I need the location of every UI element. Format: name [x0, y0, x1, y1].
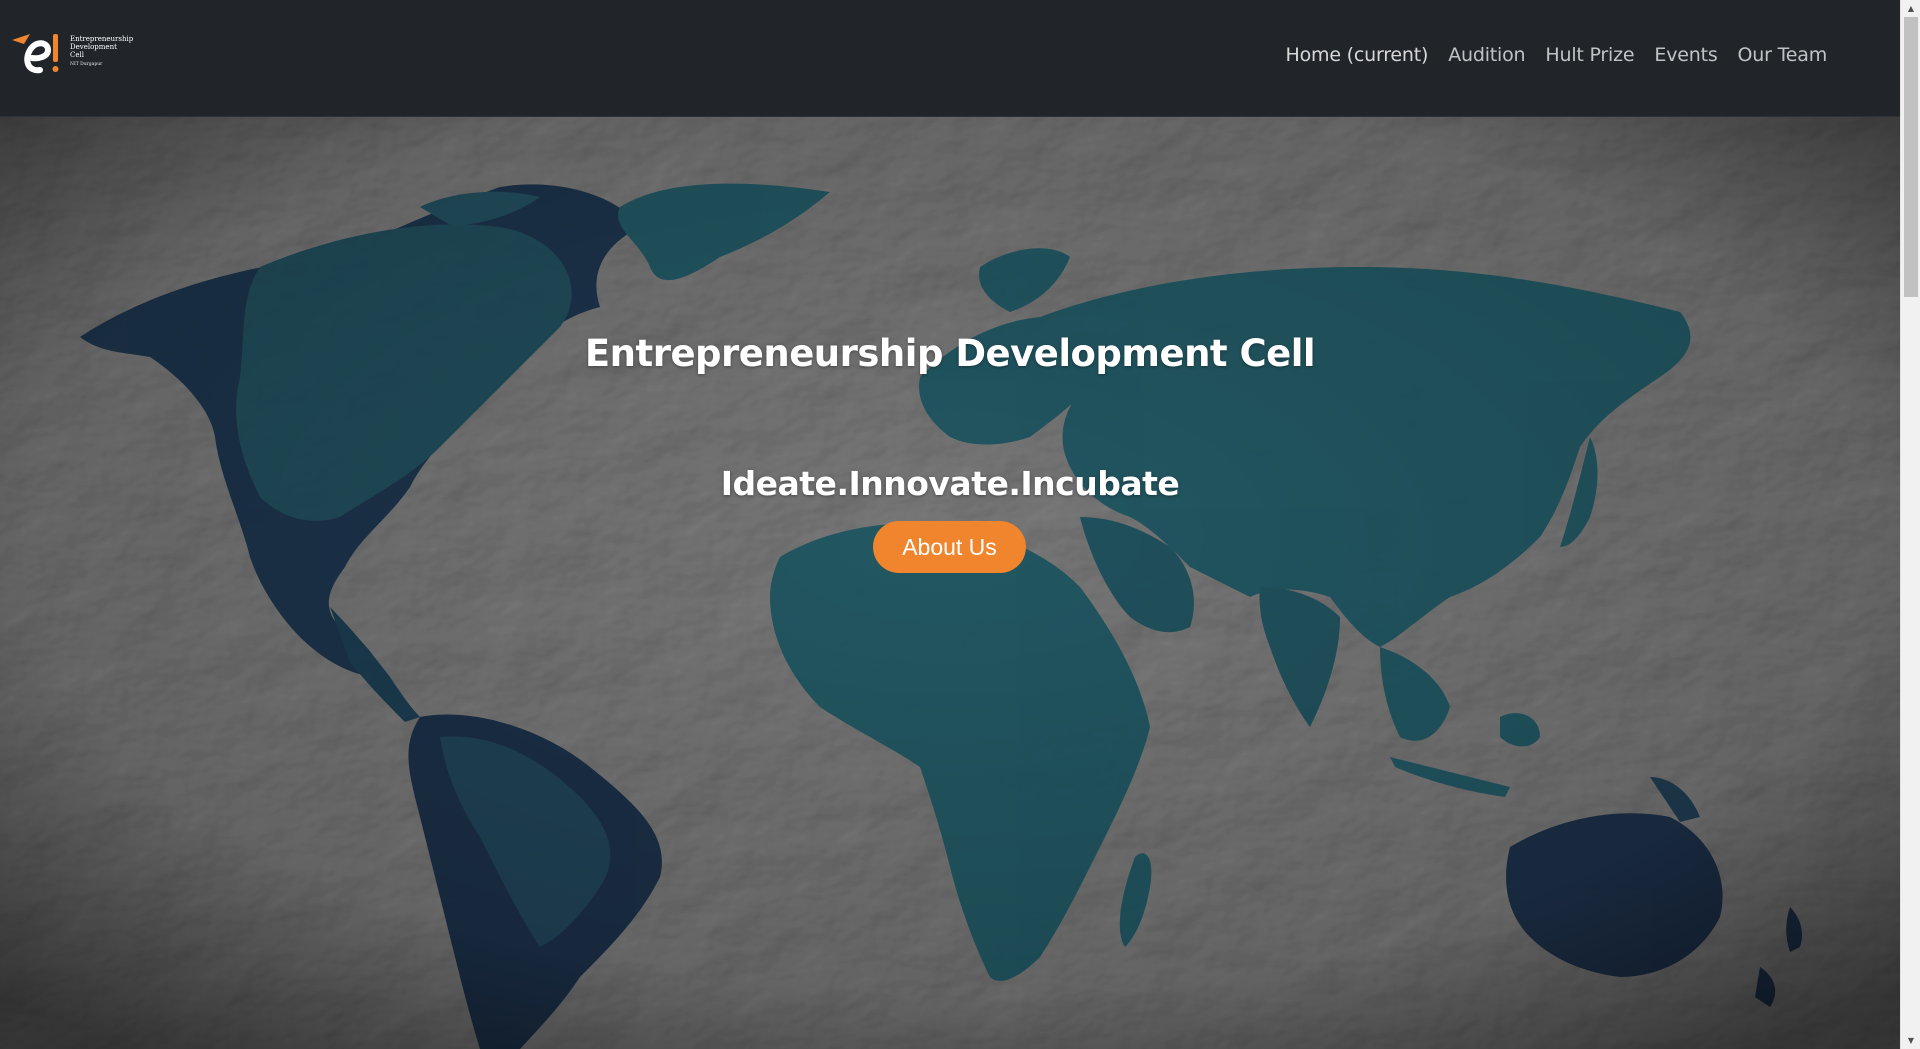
nav-link-our-team[interactable]: Our Team — [1728, 44, 1837, 66]
e-cell-logo-icon — [10, 30, 72, 80]
scroll-up-arrow-icon[interactable]: ▲ — [1901, 0, 1920, 17]
brand-sub: NIT Durgapur — [70, 61, 103, 67]
hero-section: Entrepreneurship Development Cell Ideate… — [0, 117, 1900, 1049]
navbar: Entrepreneurship Development Cell NIT Du… — [0, 0, 1900, 117]
world-map-background — [0, 117, 1900, 1049]
page: Entrepreneurship Development Cell NIT Du… — [0, 0, 1920, 1049]
scrollbar-thumb[interactable] — [1904, 17, 1918, 297]
nav-links: Home (current) Audition Hult Prize Event… — [1276, 44, 1838, 66]
brand-line-3: Cell — [70, 50, 84, 59]
nav-link-home[interactable]: Home (current) — [1276, 44, 1439, 66]
brand-text: Entrepreneurship Development Cell NIT Du… — [70, 35, 133, 68]
hero-title: Entrepreneurship Development Cell — [584, 331, 1316, 375]
hero-tagline: Ideate.Innovate.Incubate — [720, 464, 1180, 504]
vertical-scrollbar[interactable]: ▲ ▼ — [1900, 0, 1920, 1049]
brand-line-1: Entrepreneurship — [70, 34, 134, 43]
brand-line-2: Development — [70, 42, 117, 51]
about-us-button[interactable]: About Us — [873, 521, 1026, 573]
nav-link-audition[interactable]: Audition — [1438, 44, 1535, 66]
brand-logo[interactable]: Entrepreneurship Development Cell NIT Du… — [10, 30, 140, 80]
nav-link-hult-prize[interactable]: Hult Prize — [1535, 44, 1644, 66]
scroll-down-arrow-icon[interactable]: ▼ — [1901, 1032, 1920, 1049]
nav-link-events[interactable]: Events — [1644, 44, 1727, 66]
